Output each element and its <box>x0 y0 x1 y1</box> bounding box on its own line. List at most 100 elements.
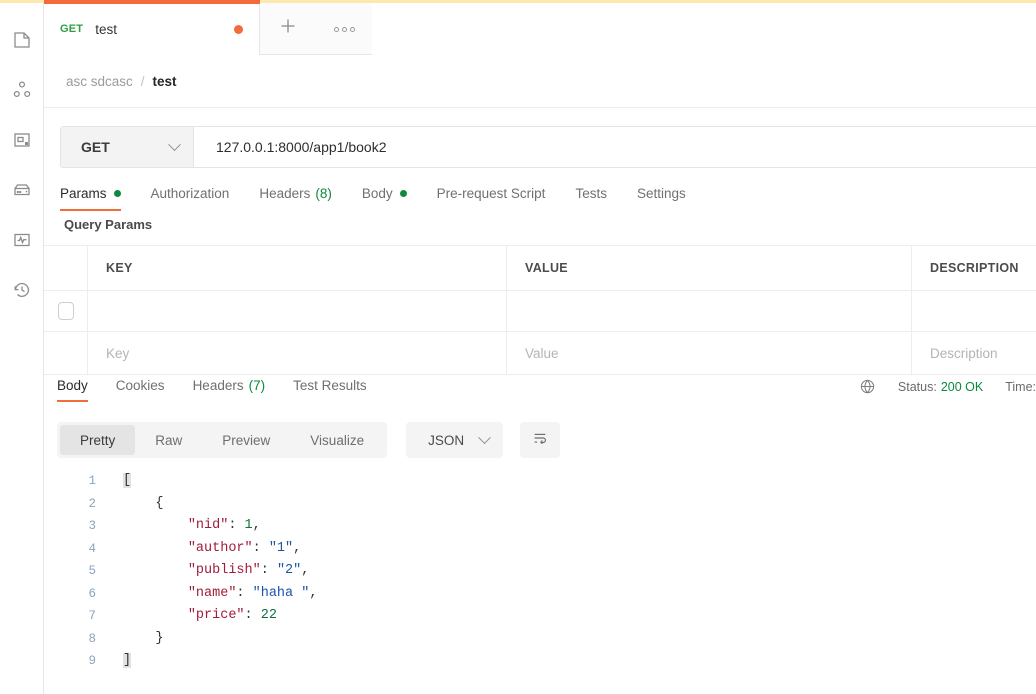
tab-options-button[interactable] <box>316 3 372 55</box>
breadcrumb-current[interactable]: test <box>153 74 177 89</box>
monitors-icon <box>12 230 32 250</box>
request-tab[interactable]: GET test <box>44 3 260 55</box>
response-body-code[interactable]: 1[2 {3 "nid": 1, 4 "author": "1", 5 "publi… <box>44 470 1036 694</box>
sidebar-item-history[interactable] <box>0 265 44 315</box>
plus-icon <box>278 16 298 42</box>
tab-body[interactable]: Body <box>362 186 407 209</box>
sidebar-item-collections[interactable] <box>0 15 44 65</box>
view-mode-pretty[interactable]: Pretty <box>60 425 136 455</box>
code-line: 3 "nid": 1, <box>44 515 1036 538</box>
url-input[interactable]: 127.0.0.1:8000/app1/book2 <box>194 127 1036 167</box>
unsaved-indicator-dot <box>234 24 243 34</box>
more-dot-icon <box>333 26 339 32</box>
response-meta: Status: 200 OK Time: <box>859 378 1036 395</box>
table-row[interactable] <box>44 291 1036 332</box>
response-viewer-toolbar: Pretty Raw Preview Visualize JSON <box>57 422 561 458</box>
row-value-cell[interactable] <box>507 291 912 331</box>
body-format-label: JSON <box>428 432 465 448</box>
tab-strip-empty-area <box>372 3 1036 55</box>
code-text: ] <box>123 653 132 668</box>
history-icon <box>12 280 32 300</box>
collections-icon <box>12 30 32 50</box>
response-tab-headers-label: Headers <box>192 378 244 393</box>
code-line: 1[ <box>44 470 1036 493</box>
response-tab-test-results[interactable]: Test Results <box>293 378 367 402</box>
http-method-dropdown[interactable]: GET <box>61 127 194 167</box>
response-tab-body-label: Body <box>57 378 88 393</box>
globe-icon[interactable] <box>859 378 876 395</box>
sidebar-item-mock-servers[interactable] <box>0 165 44 215</box>
tab-params-label: Params <box>60 186 107 201</box>
sidebar-item-monitors[interactable] <box>0 215 44 265</box>
status-value: 200 OK <box>940 379 984 394</box>
row-value-placeholder[interactable]: Value <box>507 332 912 374</box>
query-params-title: Query Params <box>64 217 153 232</box>
tab-headers-count: (8) <box>315 186 332 201</box>
environments-icon <box>12 130 32 150</box>
more-dot-icon <box>349 26 355 32</box>
tab-tests[interactable]: Tests <box>575 186 607 209</box>
breadcrumb-parent[interactable]: asc sdcasc <box>66 74 133 89</box>
response-tab-headers[interactable]: Headers (7) <box>193 378 266 402</box>
params-present-dot <box>113 190 121 197</box>
code-line: 7 "price": 22 <box>44 605 1036 628</box>
response-tab-cookies-label: Cookies <box>115 378 165 393</box>
sidebar-item-apis[interactable] <box>0 65 44 115</box>
row-checkbox[interactable] <box>57 302 74 320</box>
tab-headers-label: Headers <box>259 186 311 201</box>
tab-body-label: Body <box>361 186 393 201</box>
response-tab-cookies[interactable]: Cookies <box>116 378 165 402</box>
table-row[interactable]: Key Value Description <box>44 332 1036 374</box>
line-number: 6 <box>88 586 96 601</box>
code-text: "price": 22 <box>187 608 277 623</box>
row-key-placeholder[interactable]: Key <box>88 332 507 374</box>
view-mode-visualize[interactable]: Visualize <box>290 425 384 455</box>
tab-headers[interactable]: Headers (8) <box>259 186 332 209</box>
tab-tests-label: Tests <box>575 186 607 201</box>
tab-params[interactable]: Params <box>60 186 121 211</box>
word-wrap-toggle[interactable] <box>520 422 561 458</box>
row-description-placeholder[interactable]: Description <box>912 332 1036 374</box>
time-label: Time: <box>1005 379 1036 394</box>
response-tab-body[interactable]: Body <box>57 378 88 402</box>
tab-method-label: GET <box>60 23 84 35</box>
code-text: "author": "1", <box>187 540 302 556</box>
view-mode-preview[interactable]: Preview <box>202 425 290 455</box>
code-line: 6 "name": "haha ", <box>44 583 1036 606</box>
url-text: 127.0.0.1:8000/app1/book2 <box>216 139 387 155</box>
line-number: 3 <box>88 519 96 533</box>
tab-authorization[interactable]: Authorization <box>151 186 230 209</box>
code-line: 4 "author": "1", <box>44 538 1036 561</box>
breadcrumb: asc sdcasc / test <box>44 56 1036 108</box>
response-tab-test-results-label: Test Results <box>293 378 367 393</box>
mock-servers-icon <box>12 180 32 200</box>
code-text: "nid": 1, <box>187 518 261 533</box>
row-key-cell[interactable] <box>88 291 507 331</box>
line-number: 5 <box>88 564 96 578</box>
code-line: 5 "publish": "2", <box>44 560 1036 583</box>
header-cell-key: KEY <box>88 246 507 290</box>
line-number: 9 <box>88 654 96 668</box>
body-format-dropdown[interactable]: JSON <box>406 422 504 458</box>
active-tab-indicator <box>44 0 260 4</box>
table-header-row: KEY VALUE DESCRIPTION <box>44 246 1036 291</box>
query-params-table: KEY VALUE DESCRIPTION Key Value Descript… <box>44 245 1036 375</box>
code-text: { <box>123 495 164 511</box>
postman-window: GET test asc sdcasc / test GET 127.0.0.1… <box>0 0 1036 694</box>
tab-pre-request-script-label: Pre-request Script <box>436 186 546 201</box>
sidebar-item-environments[interactable] <box>0 115 44 165</box>
new-tab-button[interactable] <box>260 3 316 55</box>
code-text: [ <box>123 473 132 488</box>
request-section-tabs: Params Authorization Headers (8) Body Pr… <box>60 186 1036 220</box>
view-mode-raw[interactable]: Raw <box>135 425 202 455</box>
tab-settings[interactable]: Settings <box>637 186 686 209</box>
breadcrumb-separator: / <box>140 74 145 89</box>
tab-pre-request-script[interactable]: Pre-request Script <box>437 186 546 209</box>
code-line: 8 } <box>44 628 1036 651</box>
row-checkbox-cell <box>44 332 88 374</box>
row-description-cell[interactable] <box>912 291 1036 331</box>
row-checkbox-cell[interactable] <box>44 291 88 331</box>
code-text: "name": "haha ", <box>187 585 318 601</box>
tab-authorization-label: Authorization <box>150 186 230 201</box>
status-label: Status: <box>897 379 937 394</box>
